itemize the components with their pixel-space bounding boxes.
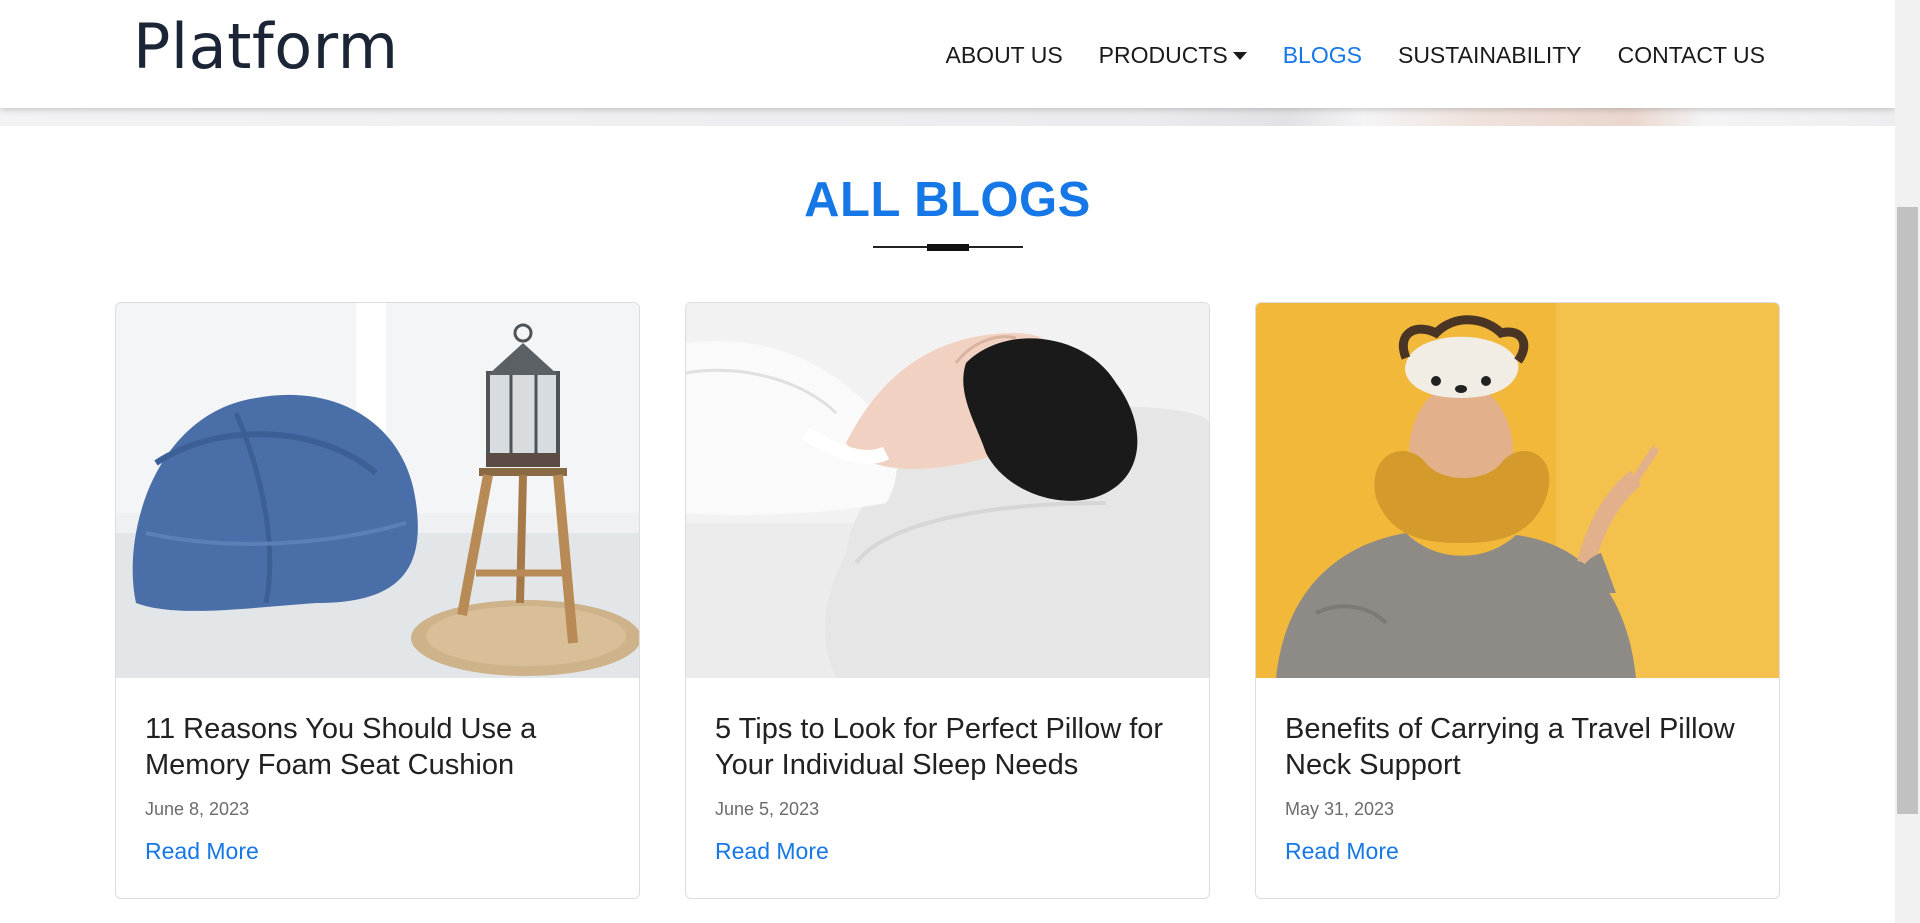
- scrollbar-thumb[interactable]: [1897, 207, 1918, 814]
- site-header: Platform ABOUT US PRODUCTS BLOGS SUSTAIN…: [0, 0, 1895, 108]
- blog-title[interactable]: 5 Tips to Look for Perfect Pillow for Yo…: [715, 711, 1185, 783]
- blog-title[interactable]: Benefits of Carrying a Travel Pillow Nec…: [1285, 711, 1755, 783]
- nav-contact-us[interactable]: CONTACT US: [1618, 40, 1765, 70]
- blog-image-sleeping-woman[interactable]: [686, 303, 1209, 678]
- logo[interactable]: Platform: [133, 12, 398, 82]
- nav-label: SUSTAINABILITY: [1397, 42, 1582, 68]
- blog-card: Benefits of Carrying a Travel Pillow Nec…: [1255, 302, 1780, 899]
- blog-title[interactable]: 11 Reasons You Should Use a Memory Foam …: [145, 711, 615, 783]
- nav-label: ABOUT US: [945, 42, 1063, 68]
- hero-banner-edge: [0, 108, 1895, 126]
- nav-products[interactable]: PRODUCTS: [1099, 40, 1247, 70]
- nav-label: CONTACT US: [1617, 42, 1765, 68]
- nav-label: BLOGS: [1282, 42, 1362, 68]
- page-scrollbar[interactable]: [1895, 0, 1920, 923]
- nav-label: PRODUCTS: [1098, 42, 1228, 68]
- blog-date: May 31, 2023: [1285, 799, 1395, 819]
- blog-card: 11 Reasons You Should Use a Memory Foam …: [115, 302, 640, 899]
- read-more-link[interactable]: Read More: [145, 838, 259, 865]
- nav-about-us[interactable]: ABOUT US: [946, 40, 1063, 70]
- section-title: ALL BLOGS: [804, 173, 1091, 227]
- blog-date: June 5, 2023: [715, 799, 820, 819]
- read-more-link[interactable]: Read More: [715, 838, 829, 865]
- blog-image-travel-pillow[interactable]: [1256, 303, 1779, 678]
- title-divider-accent: [927, 244, 969, 251]
- blog-card: 5 Tips to Look for Perfect Pillow for Yo…: [685, 302, 1210, 899]
- read-more-link[interactable]: Read More: [1285, 838, 1399, 865]
- nav-blogs[interactable]: BLOGS: [1283, 40, 1362, 70]
- nav-sustainability[interactable]: SUSTAINABILITY: [1398, 40, 1582, 70]
- page: Platform ABOUT US PRODUCTS BLOGS SUSTAIN…: [0, 0, 1920, 923]
- main-nav: ABOUT US PRODUCTS BLOGS SUSTAINABILITY C…: [946, 40, 1766, 70]
- blog-date: June 8, 2023: [145, 799, 250, 819]
- blog-image-beanbag[interactable]: [116, 303, 639, 678]
- caret-down-icon: [1232, 52, 1247, 60]
